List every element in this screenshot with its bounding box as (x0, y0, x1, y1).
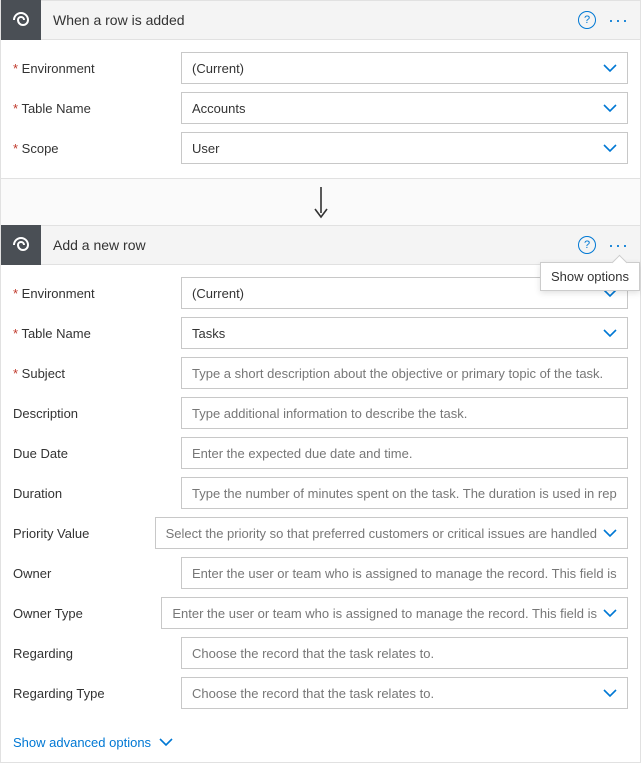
description-label: Description (13, 406, 181, 421)
environment-label: Environment (13, 286, 181, 301)
chevron-down-icon (603, 688, 617, 698)
tablename-label: Table Name (13, 101, 181, 116)
environment-select[interactable]: (Current) (181, 52, 628, 84)
regarding-input[interactable] (181, 637, 628, 669)
ownertype-label: Owner Type (13, 606, 161, 621)
scope-select[interactable]: User (181, 132, 628, 164)
duedate-label: Due Date (13, 446, 181, 461)
chevron-down-icon (603, 63, 617, 73)
trigger-title: When a row is added (41, 12, 578, 28)
tablename-select[interactable]: Tasks (181, 317, 628, 349)
subject-label: Subject (13, 366, 181, 381)
dataverse-icon (1, 0, 41, 40)
ownertype-select[interactable]: Enter the user or team who is assigned t… (161, 597, 628, 629)
action-title: Add a new row (41, 237, 578, 253)
trigger-header[interactable]: When a row is added ? ··· (1, 0, 640, 40)
show-advanced-label: Show advanced options (13, 735, 151, 750)
duration-label: Duration (13, 486, 181, 501)
regardingtype-label: Regarding Type (13, 686, 181, 701)
subject-input[interactable] (181, 357, 628, 389)
priority-label: Priority Value (13, 526, 155, 541)
tablename-label: Table Name (13, 326, 181, 341)
chevron-down-icon (603, 528, 617, 538)
chevron-down-icon (603, 608, 617, 618)
chevron-down-icon (603, 328, 617, 338)
chevron-down-icon (603, 143, 617, 153)
help-icon[interactable]: ? (578, 11, 596, 29)
trigger-card: When a row is added ? ··· Environment (C… (0, 0, 641, 179)
flow-arrow (0, 179, 641, 225)
more-options-icon[interactable]: ··· (604, 236, 632, 254)
help-icon[interactable]: ? (578, 236, 596, 254)
show-advanced-options[interactable]: Show advanced options (1, 723, 640, 762)
chevron-down-icon (603, 103, 617, 113)
duedate-input[interactable] (181, 437, 628, 469)
more-options-icon[interactable]: ··· (604, 11, 632, 29)
regarding-label: Regarding (13, 646, 181, 661)
action-card: Add a new row ? ··· Show options Environ… (0, 225, 641, 763)
environment-label: Environment (13, 61, 181, 76)
tablename-select[interactable]: Accounts (181, 92, 628, 124)
chevron-down-icon (159, 735, 173, 750)
regardingtype-select[interactable]: Choose the record that the task relates … (181, 677, 628, 709)
owner-label: Owner (13, 566, 181, 581)
description-input[interactable] (181, 397, 628, 429)
owner-input[interactable] (181, 557, 628, 589)
duration-input[interactable] (181, 477, 628, 509)
dataverse-icon (1, 225, 41, 265)
priority-select[interactable]: Select the priority so that preferred cu… (155, 517, 628, 549)
action-header[interactable]: Add a new row ? ··· Show options (1, 225, 640, 265)
scope-label: Scope (13, 141, 181, 156)
more-options-tooltip: Show options (540, 262, 640, 291)
